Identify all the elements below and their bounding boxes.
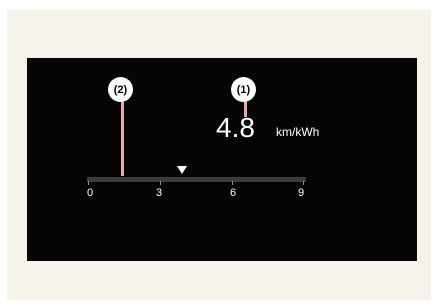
average-marker-triangle bbox=[177, 166, 187, 174]
callout-label-1: (1) bbox=[231, 77, 256, 102]
scale-tick-3 bbox=[160, 181, 161, 185]
callout-line-2 bbox=[121, 99, 124, 176]
scale-label-6: 6 bbox=[229, 187, 237, 199]
scale-label-3: 3 bbox=[155, 187, 163, 199]
callout-label-2: (2) bbox=[108, 77, 133, 102]
consumption-unit: km/kWh bbox=[276, 125, 320, 139]
scale-tick-9 bbox=[303, 181, 304, 185]
display-screen bbox=[27, 58, 417, 261]
consumption-value: 4.8 bbox=[216, 112, 255, 143]
scale-tick-0 bbox=[88, 181, 89, 185]
consumption-scale-bar bbox=[87, 177, 306, 182]
scale-label-9: 9 bbox=[297, 187, 305, 199]
scale-tick-6 bbox=[232, 181, 233, 185]
scale-label-0: 0 bbox=[86, 187, 94, 199]
